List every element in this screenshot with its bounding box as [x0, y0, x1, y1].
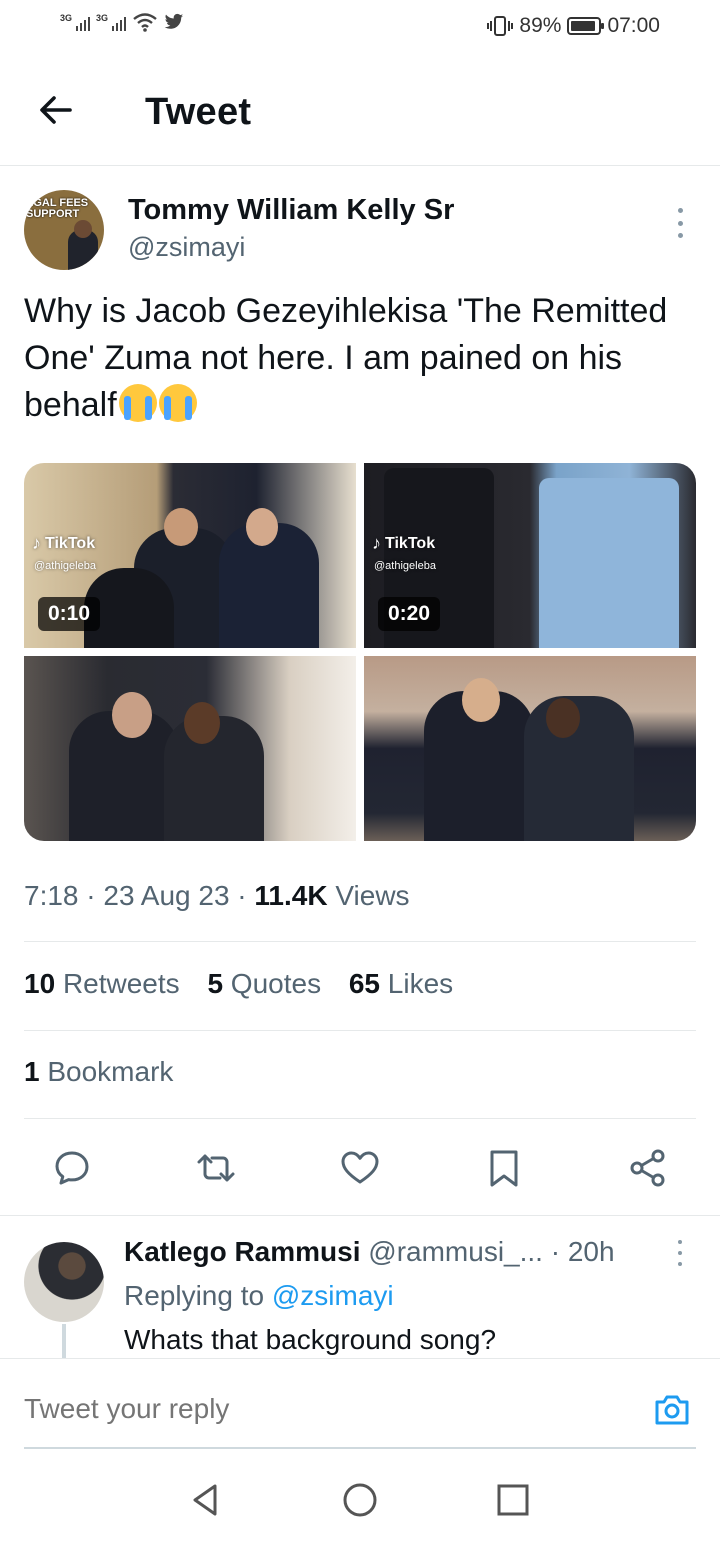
retweets-count: 10 — [24, 968, 56, 999]
home-nav-icon[interactable] — [340, 1480, 380, 1520]
signal-icon-2: 3G — [96, 13, 127, 31]
clock: 07:00 — [607, 14, 660, 37]
action-bar — [0, 1140, 720, 1196]
reply-author: Katlego Rammusi @rammusi_... · 20h — [124, 1236, 615, 1268]
status-bar: 3G 3G 89% 07:00 — [0, 0, 720, 56]
tiktok-brand-label: TikTok — [45, 534, 96, 552]
author-avatar[interactable]: EGAL FEES SUPPORT — [24, 190, 104, 270]
retweets-label: Retweets — [62, 968, 180, 999]
network-type-1: 3G — [60, 13, 73, 23]
back-arrow-icon[interactable] — [36, 90, 76, 130]
network-type-2: 3G — [96, 13, 109, 23]
tiktok-watermark: ♪ TikTok @athigeleba — [32, 533, 96, 572]
quotes-stat[interactable]: 5 Quotes — [207, 968, 321, 999]
battery-icon — [567, 17, 605, 35]
twitter-bird-icon — [164, 13, 184, 29]
replying-label: Replying to — [124, 1280, 265, 1311]
app-header: Tweet — [0, 56, 720, 166]
separator: · — [86, 880, 96, 911]
reply-time: · 20h — [550, 1236, 615, 1267]
views-label[interactable]: Views — [335, 880, 409, 911]
likes-label: Likes — [387, 968, 454, 999]
photo-3[interactable] — [24, 656, 356, 841]
camera-icon[interactable] — [652, 1390, 692, 1430]
likes-stat[interactable]: 65 Likes — [349, 968, 453, 999]
divider — [24, 1118, 696, 1119]
tweet-time: 7:18 — [24, 880, 79, 911]
reply-text: Whats that background song? — [124, 1324, 497, 1355]
page-title: Tweet — [145, 91, 252, 133]
tiktok-icon: ♪ — [32, 533, 41, 553]
avatar-text: EGAL FEES SUPPORT — [26, 197, 89, 220]
retweets-stat[interactable]: 10 Retweets — [24, 968, 180, 999]
divider — [24, 1030, 696, 1031]
status-left: 3G 3G — [60, 12, 184, 32]
more-options-icon[interactable] — [676, 208, 684, 238]
reply-author-handle[interactable]: @rammusi_... — [368, 1236, 543, 1267]
tiktok-user: @athigeleba — [374, 560, 436, 572]
status-right: 89% 07:00 — [487, 14, 660, 38]
bookmarks-stat[interactable]: 1 Bookmark — [24, 1056, 173, 1088]
system-nav-bar — [0, 1460, 720, 1541]
bookmark-icon[interactable] — [482, 1146, 526, 1190]
crying-face-emoji-icon — [118, 384, 157, 422]
media-grid: ♪ TikTok @athigeleba 0:10 ♪ TikTok @athige… — [24, 463, 696, 841]
reply-composer — [0, 1358, 720, 1449]
separator: · — [237, 880, 247, 911]
like-heart-icon[interactable] — [338, 1146, 382, 1190]
bookmarks-label: Bookmark — [47, 1056, 174, 1087]
author-handle[interactable]: @zsimayi — [128, 232, 245, 263]
wifi-icon — [133, 13, 157, 32]
reply-tweet[interactable]: Katlego Rammusi @rammusi_... · 20h Reply… — [0, 1215, 720, 1358]
back-nav-icon[interactable] — [185, 1480, 225, 1520]
engagement-stats: 10 Retweets 5 Quotes 65 Likes — [24, 968, 473, 1000]
replying-to: Replying to @zsimayi — [124, 1280, 394, 1312]
share-icon[interactable] — [626, 1146, 670, 1190]
recents-nav-icon[interactable] — [493, 1480, 533, 1520]
tiktok-brand-label: TikTok — [385, 534, 436, 552]
reply-author-name[interactable]: Katlego Rammusi — [124, 1236, 361, 1267]
video-thumbnail-1[interactable]: ♪ TikTok @athigeleba 0:10 — [24, 463, 356, 648]
composer-underline — [24, 1447, 696, 1449]
quotes-label: Quotes — [230, 968, 322, 999]
tiktok-watermark: ♪ TikTok @athigeleba — [372, 533, 436, 572]
bookmarks-count: 1 — [24, 1056, 40, 1087]
tiktok-user: @athigeleba — [34, 560, 96, 572]
replying-to-handle[interactable]: @zsimayi — [272, 1280, 394, 1311]
tweet-text: Why is Jacob Gezeyihlekisa 'The Remitted… — [24, 288, 684, 429]
quotes-count: 5 — [207, 968, 224, 999]
photo-4[interactable] — [364, 656, 696, 841]
video-duration: 0:20 — [378, 597, 441, 631]
reply-input[interactable] — [24, 1393, 584, 1425]
thread-line — [62, 1324, 66, 1358]
crying-face-emoji-icon — [158, 384, 197, 422]
reply-icon[interactable] — [50, 1146, 94, 1190]
views-count: 11.4K — [254, 880, 328, 911]
author-name[interactable]: Tommy William Kelly Sr — [128, 194, 454, 227]
retweet-icon[interactable] — [194, 1146, 238, 1190]
divider — [24, 941, 696, 942]
signal-icon: 3G — [60, 13, 91, 31]
likes-count: 65 — [348, 968, 381, 999]
video-thumbnail-2[interactable]: ♪ TikTok @athigeleba 0:20 — [364, 463, 696, 648]
reply-more-options-icon[interactable] — [676, 1240, 684, 1266]
vibrate-icon — [487, 16, 514, 36]
tiktok-icon: ♪ — [372, 533, 381, 553]
video-duration: 0:10 — [38, 597, 101, 631]
reply-avatar[interactable] — [24, 1242, 104, 1322]
tweet-meta: 7:18 · 23 Aug 23 · 11.4K Views — [24, 880, 410, 912]
tweet-author: EGAL FEES SUPPORT Tommy William Kelly Sr… — [24, 190, 696, 270]
battery-percent: 89% — [519, 14, 562, 37]
tweet-date: 23 Aug 23 — [103, 880, 230, 911]
